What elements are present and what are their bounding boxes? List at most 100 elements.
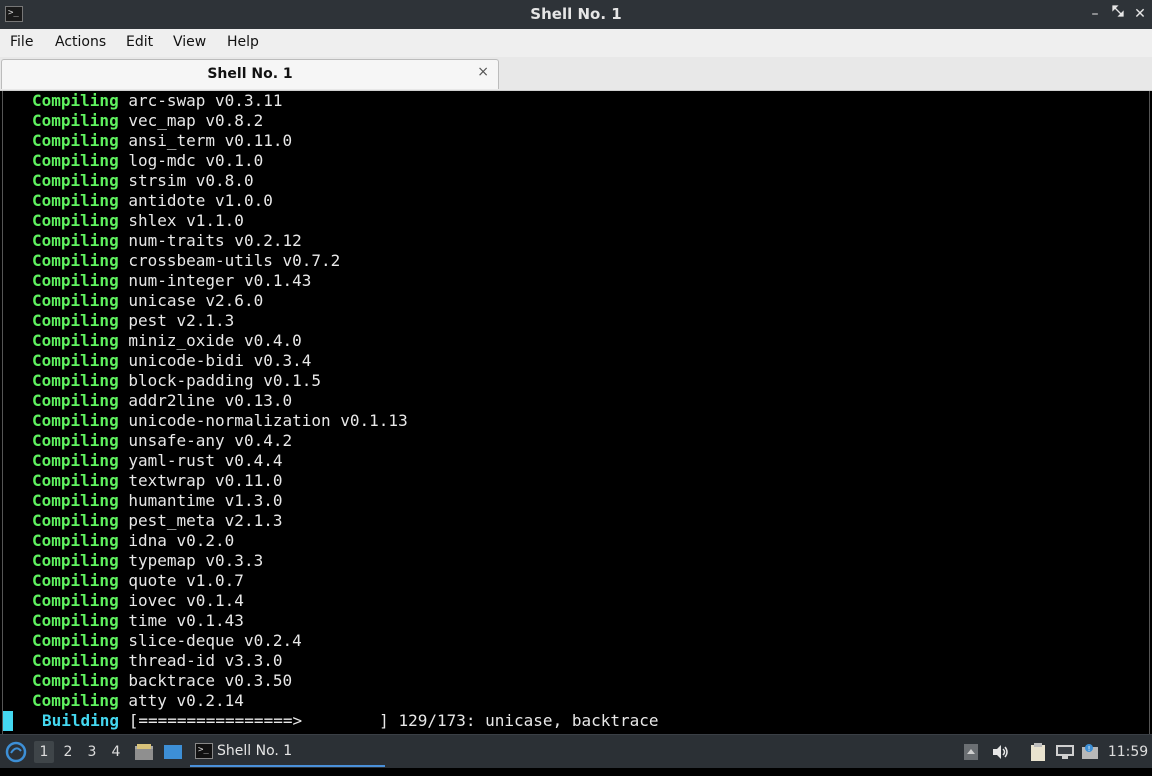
compile-status: Compiling	[32, 191, 119, 210]
compile-status: Compiling	[32, 151, 119, 170]
crate-name: typemap v0.3.3	[128, 551, 264, 570]
close-window-button[interactable]: ✕	[1130, 4, 1150, 24]
terminal-cursor	[3, 711, 13, 731]
crate-name: thread-id v3.3.0	[128, 651, 283, 670]
restore-button[interactable]	[1108, 4, 1128, 24]
crate-name: textwrap v0.11.0	[128, 471, 283, 490]
building-status: Building	[42, 711, 120, 730]
terminal-line: Compiling iovec v0.1.4	[32, 591, 244, 611]
compile-status: Compiling	[32, 251, 119, 270]
terminal-line: Compiling num-traits v0.2.12	[32, 231, 302, 251]
terminal-line: Compiling arc-swap v0.3.11	[32, 91, 282, 111]
desktop-icon	[164, 745, 182, 759]
menu-view[interactable]: View	[173, 34, 206, 50]
notification-button[interactable]: !	[1080, 735, 1100, 769]
volume-icon	[993, 745, 1008, 759]
crate-name: miniz_oxide v0.4.0	[128, 331, 302, 350]
taskbar-task-shell[interactable]: >_ Shell No. 1	[190, 737, 385, 767]
crate-name: addr2line v0.13.0	[128, 391, 293, 410]
show-desktop-button[interactable]	[162, 735, 184, 769]
compile-status: Compiling	[32, 211, 119, 230]
compile-status: Compiling	[32, 531, 119, 550]
file-manager-icon	[135, 744, 153, 760]
terminal-line: Compiling strsim v0.8.0	[32, 171, 254, 191]
crate-name: iovec v0.1.4	[128, 591, 244, 610]
compile-status: Compiling	[32, 491, 119, 510]
crate-name: arc-swap v0.3.11	[128, 91, 283, 110]
menu-edit[interactable]: Edit	[126, 34, 153, 50]
compile-status: Compiling	[32, 651, 119, 670]
compile-status: Compiling	[32, 371, 119, 390]
progress-bar-text: [================> ]	[128, 711, 389, 730]
terminal-line: Compiling idna v0.2.0	[32, 531, 234, 551]
crate-name: block-padding v0.1.5	[128, 371, 321, 390]
tab-shell-1[interactable]: Shell No. 1 ×	[1, 59, 499, 89]
terminal-line: Compiling quote v1.0.7	[32, 571, 244, 591]
terminal-line: Compiling crossbeam-utils v0.7.2	[32, 251, 340, 271]
window-title: Shell No. 1	[530, 5, 622, 23]
file-manager-launcher[interactable]	[133, 735, 155, 769]
workspace-4[interactable]: 4	[106, 735, 126, 769]
compile-status: Compiling	[32, 511, 119, 530]
workspace-2[interactable]: 2	[58, 735, 78, 769]
menu-bar: File Actions Edit View Help	[0, 29, 1152, 57]
terminal-line: Compiling slice-deque v0.2.4	[32, 631, 302, 651]
start-menu-button[interactable]	[4, 735, 28, 769]
crate-name: unsafe-any v0.4.2	[128, 431, 293, 450]
lxqt-logo-icon	[5, 741, 27, 763]
terminal-line: Compiling unsafe-any v0.4.2	[32, 431, 292, 451]
notification-icon: !	[1082, 744, 1098, 759]
terminal-line: Compiling unicode-bidi v0.3.4	[32, 351, 311, 371]
menu-file[interactable]: File	[10, 34, 33, 50]
tab-close-icon[interactable]: ×	[477, 64, 489, 80]
compile-status: Compiling	[32, 551, 119, 570]
network-icon	[1056, 745, 1074, 759]
volume-button[interactable]	[990, 735, 1012, 769]
terminal-line: Compiling pest_meta v2.1.3	[32, 511, 282, 531]
network-button[interactable]	[1054, 735, 1076, 769]
clock[interactable]: 11:59	[1106, 735, 1150, 769]
crate-name: unicase v2.6.0	[128, 291, 264, 310]
compile-status: Compiling	[32, 571, 119, 590]
terminal-output[interactable]: Compiling arc-swap v0.3.11 Compiling vec_…	[2, 91, 1150, 734]
terminal-line: Compiling shlex v1.1.0	[32, 211, 244, 231]
crate-name: strsim v0.8.0	[128, 171, 254, 190]
tray-expand-button[interactable]	[962, 735, 980, 769]
terminal-line: Compiling addr2line v0.13.0	[32, 391, 292, 411]
workspace-3[interactable]: 3	[82, 735, 102, 769]
terminal-line: Compiling unicode-normalization v0.1.13	[32, 411, 408, 431]
terminal-line: Compiling thread-id v3.3.0	[32, 651, 282, 671]
compile-status: Compiling	[32, 291, 119, 310]
crate-name: ansi_term v0.11.0	[128, 131, 293, 150]
terminal-line: Compiling ansi_term v0.11.0	[32, 131, 292, 151]
terminal-line: Compiling typemap v0.3.3	[32, 551, 263, 571]
crate-name: time v0.1.43	[128, 611, 244, 630]
crate-name: num-integer v0.1.43	[128, 271, 312, 290]
compile-status: Compiling	[32, 591, 119, 610]
terminal-line: Compiling vec_map v0.8.2	[32, 111, 263, 131]
workspace-1[interactable]: 1	[34, 741, 54, 763]
terminal-line: Compiling backtrace v0.3.50	[32, 671, 292, 691]
window-titlebar[interactable]: >_ Shell No. 1 – ✕	[0, 0, 1152, 29]
compile-status: Compiling	[32, 411, 119, 430]
task-label: Shell No. 1	[217, 743, 293, 759]
compile-status: Compiling	[32, 231, 119, 250]
crate-name: backtrace v0.3.50	[128, 671, 293, 690]
compile-status: Compiling	[32, 431, 119, 450]
crate-name: pest v2.1.3	[128, 311, 235, 330]
crate-name: crossbeam-utils v0.7.2	[128, 251, 341, 270]
minimize-button[interactable]: –	[1085, 4, 1105, 24]
crate-name: humantime v1.3.0	[128, 491, 283, 510]
crate-name: idna v0.2.0	[128, 531, 235, 550]
compile-status: Compiling	[32, 631, 119, 650]
build-progress-line: Building [================> ] 129/173: u…	[42, 711, 659, 731]
crate-name: unicode-normalization v0.1.13	[128, 411, 408, 430]
compile-status: Compiling	[32, 351, 119, 370]
compile-status: Compiling	[32, 91, 119, 110]
menu-help[interactable]: Help	[227, 34, 259, 50]
clipboard-icon	[1031, 743, 1045, 761]
clipboard-button[interactable]	[1028, 735, 1048, 769]
crate-name: antidote v1.0.0	[128, 191, 273, 210]
menu-actions[interactable]: Actions	[55, 34, 106, 50]
terminal-icon: >_	[195, 743, 213, 759]
